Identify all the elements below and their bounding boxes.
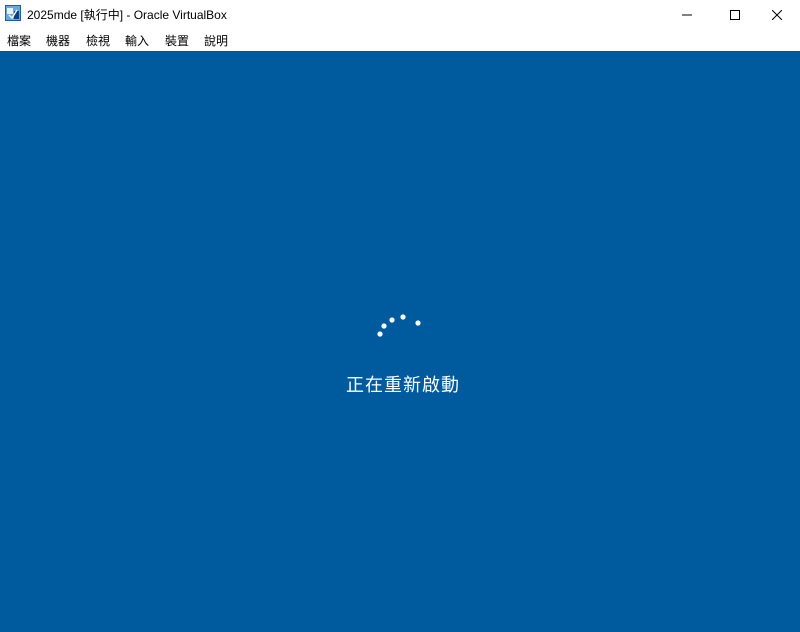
close-button[interactable] [754,0,800,29]
window-title: 2025mde [執行中] - Oracle VirtualBox [27,8,227,22]
window-titlebar[interactable]: 2025mde [執行中] - Oracle VirtualBox [0,0,800,29]
maximize-button[interactable] [712,0,758,29]
loading-dots-icon [372,309,428,339]
close-icon [772,9,782,20]
menu-file[interactable]: 檔案 [7,32,31,49]
maximize-icon [730,9,740,20]
restart-status-text: 正在重新啟動 [346,375,460,395]
menu-machine[interactable]: 機器 [46,32,70,49]
minimize-icon [682,10,692,20]
menu-input[interactable]: 輸入 [125,32,149,49]
virtualbox-icon[interactable] [5,5,21,21]
minimize-button[interactable] [664,0,710,29]
menu-help[interactable]: 說明 [204,32,228,49]
vm-display[interactable]: 正在重新啟動 [0,51,800,632]
menu-devices[interactable]: 裝置 [165,32,189,49]
menu-bar: 檔案 機器 檢視 輸入 裝置 說明 [0,29,800,50]
menu-view[interactable]: 檢視 [86,32,110,49]
